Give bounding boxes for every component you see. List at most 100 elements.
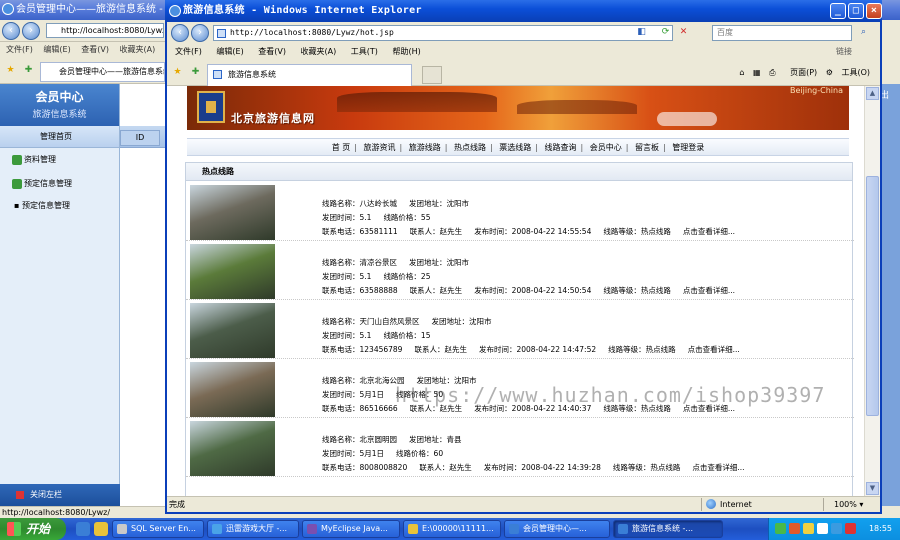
address-field[interactable]: http://localhost:8080/Lywz/hot.jsp xyxy=(213,25,673,41)
forward-arrow-icon[interactable]: › xyxy=(22,22,40,40)
background-tab[interactable]: 会员管理中心——旅游信息系统 xyxy=(40,62,165,82)
nav-routes[interactable]: 旅游线路 xyxy=(409,143,441,152)
route-more-link[interactable]: 点击查看详细... xyxy=(683,227,735,236)
nav-member-center[interactable]: 会员中心 xyxy=(590,143,622,152)
tools-menu-button[interactable]: ⚙ 工具(O) xyxy=(826,68,870,77)
sidebar-item-bookings[interactable]: 预定信息管理 xyxy=(0,172,119,196)
tray-icon[interactable] xyxy=(845,523,856,534)
taskbar-button-sqlserver[interactable]: SQL Server En... xyxy=(112,520,204,538)
route-item[interactable]: 线路名称：天门山自然风景区 发团地址：沈阳市 发团时间：5.1 线路价格：15 联系电话… xyxy=(186,301,854,359)
refresh-icon[interactable]: ⟳ xyxy=(659,26,672,39)
search-input[interactable]: 百度 xyxy=(712,25,852,41)
taskbar-button-explorer[interactable]: E:\00000\11111... xyxy=(403,520,501,538)
route-thumbnail-image[interactable] xyxy=(190,303,275,358)
menu-file[interactable]: 文件(F) xyxy=(175,47,202,56)
nav-route-search[interactable]: 线路查询 xyxy=(545,143,577,152)
sidebar-item-home[interactable]: 管理首页 xyxy=(0,126,119,148)
route-thumbnail-image[interactable] xyxy=(190,362,275,417)
id-column-header[interactable]: ID xyxy=(120,130,160,146)
add-favorite-icon[interactable]: ✚ xyxy=(22,64,35,77)
route-item[interactable]: 线路名称：清凉谷景区 发团地址：沈阳市 发团时间：5.1 线路价格：25 联系电话：63… xyxy=(186,242,854,300)
tray-icon[interactable] xyxy=(817,523,828,534)
nav-home[interactable]: 首 页 xyxy=(332,143,351,152)
print-icon[interactable]: ⎙ xyxy=(769,68,775,77)
route-time: 发团时间：5月1日 xyxy=(322,449,385,458)
zone-label: Internet xyxy=(720,500,752,509)
tray-icon[interactable] xyxy=(775,523,786,534)
taskbar-button-label: E:\00000\11111... xyxy=(422,524,494,533)
scroll-up-icon[interactable]: ▲ xyxy=(866,87,879,100)
window-title-bar[interactable]: 旅游信息系统 - Windows Internet Explorer _ □ × xyxy=(165,0,882,22)
taskbar-button-xunlei[interactable]: 迅雷游戏大厅 -... xyxy=(207,520,299,538)
route-thumbnail-image[interactable] xyxy=(190,244,275,299)
start-button[interactable]: 开始 xyxy=(0,518,66,540)
nav-hot-routes[interactable]: 热点线路 xyxy=(454,143,486,152)
taskbar-button-myeclipse[interactable]: MyEclipse Java... xyxy=(302,520,400,538)
route-thumbnail-image[interactable] xyxy=(190,421,275,476)
home-icon[interactable]: ⌂ xyxy=(739,68,744,77)
search-icon[interactable]: ⌕ xyxy=(857,26,870,39)
menu-help[interactable]: 帮助(H) xyxy=(392,47,420,56)
menu-file[interactable]: 文件(F) xyxy=(6,45,33,54)
maximize-button[interactable]: □ xyxy=(848,3,864,19)
nav-guestbook[interactable]: 留言板 xyxy=(635,143,659,152)
route-more-link[interactable]: 点击查看详细... xyxy=(688,345,740,354)
zoom-control[interactable]: 100% ▾ xyxy=(823,498,878,511)
route-item[interactable]: 线路名称：八达岭长城 发团地址：沈阳市 发团时间：5.1 线路价格：55 联系电话：63… xyxy=(186,183,854,241)
ie-quicklaunch-icon[interactable] xyxy=(76,522,90,536)
sidebar-item-label: 管理首页 xyxy=(40,132,72,141)
folder-quicklaunch-icon[interactable] xyxy=(94,522,108,536)
scroll-thumb[interactable] xyxy=(866,176,879,416)
close-button[interactable]: × xyxy=(866,3,882,19)
nav-news[interactable]: 旅游资讯 xyxy=(364,143,396,152)
back-arrow-icon[interactable]: ‹ xyxy=(171,24,189,42)
nav-admin-login[interactable]: 管理登录 xyxy=(672,143,704,152)
taskbar-button-member-center[interactable]: 会员管理中心—... xyxy=(504,520,610,538)
page-icon xyxy=(213,70,222,79)
add-favorite-icon[interactable]: ✚ xyxy=(189,66,202,79)
minimize-button[interactable]: _ xyxy=(830,3,846,19)
sidebar-item-label: 资料管理 xyxy=(24,155,56,164)
taskbar-button-label: 旅游信息系统 -... xyxy=(632,524,694,533)
tab-current[interactable]: 旅游信息系统 xyxy=(207,64,412,86)
menu-edit[interactable]: 编辑(E) xyxy=(43,45,70,54)
route-more-link[interactable]: 点击查看详细... xyxy=(683,286,735,295)
favorites-star-icon[interactable]: ★ xyxy=(171,66,184,79)
menu-favorites[interactable]: 收藏夹(A) xyxy=(301,47,337,56)
security-zone[interactable]: Internet xyxy=(701,498,821,511)
menu-view[interactable]: 查看(V) xyxy=(258,47,286,56)
favorites-star-icon[interactable]: ★ xyxy=(4,64,17,77)
route-thumbnail-image[interactable] xyxy=(190,185,275,240)
sidebar-header: 会员中心 旅游信息系统 xyxy=(0,84,119,126)
sidebar-subtitle: 旅游信息系统 xyxy=(32,110,87,120)
nav-voted-routes[interactable]: 票选线路 xyxy=(499,143,531,152)
menu-tools[interactable]: 工具(T) xyxy=(351,47,378,56)
route-item[interactable]: 线路名称：北京圆明园 发团地址：青县 发团时间：5月1日 线路价格：60 联系电话：80… xyxy=(186,419,854,477)
page-menu-button[interactable]: 页面(P) xyxy=(784,68,817,77)
sidebar-subitem-bookings[interactable]: ▪ 预定信息管理 xyxy=(0,196,119,211)
back-arrow-icon[interactable]: ‹ xyxy=(2,22,20,40)
menu-edit[interactable]: 编辑(E) xyxy=(216,47,243,56)
vertical-scrollbar[interactable]: ▲ ▼ xyxy=(864,86,880,496)
scroll-down-icon[interactable]: ▼ xyxy=(866,482,879,495)
route-more-link[interactable]: 点击查看详细... xyxy=(692,463,744,472)
stop-icon[interactable]: ✕ xyxy=(677,26,690,39)
new-tab-button[interactable] xyxy=(422,66,442,84)
links-button[interactable]: 链接 xyxy=(836,44,852,60)
menu-favorites[interactable]: 收藏夹(A) xyxy=(120,45,156,54)
tray-icon[interactable] xyxy=(831,523,842,534)
close-sidebar-button[interactable]: 关闭左栏 xyxy=(0,484,120,506)
route-phone: 联系电话：63588888 xyxy=(322,286,398,295)
sidebar-item-profile[interactable]: 资料管理 xyxy=(0,148,119,172)
tray-icon[interactable] xyxy=(789,523,800,534)
feeds-icon[interactable]: ▦ xyxy=(753,68,761,77)
menu-view[interactable]: 查看(V) xyxy=(81,45,109,54)
route-published: 发布时间：2008-04-22 14:47:52 xyxy=(478,345,597,354)
background-address-field[interactable]: http://localhost:8080/Lywz/ xyxy=(46,23,164,38)
tray-icon[interactable] xyxy=(803,523,814,534)
browser-window[interactable]: 旅游信息系统 - Windows Internet Explorer _ □ ×… xyxy=(165,0,882,514)
forward-arrow-icon[interactable]: › xyxy=(191,24,209,42)
route-time: 发团时间：5.1 xyxy=(322,331,372,340)
compatibility-icon[interactable]: ◧ xyxy=(635,26,648,39)
taskbar-button-travel-system[interactable]: 旅游信息系统 -... xyxy=(613,520,723,538)
